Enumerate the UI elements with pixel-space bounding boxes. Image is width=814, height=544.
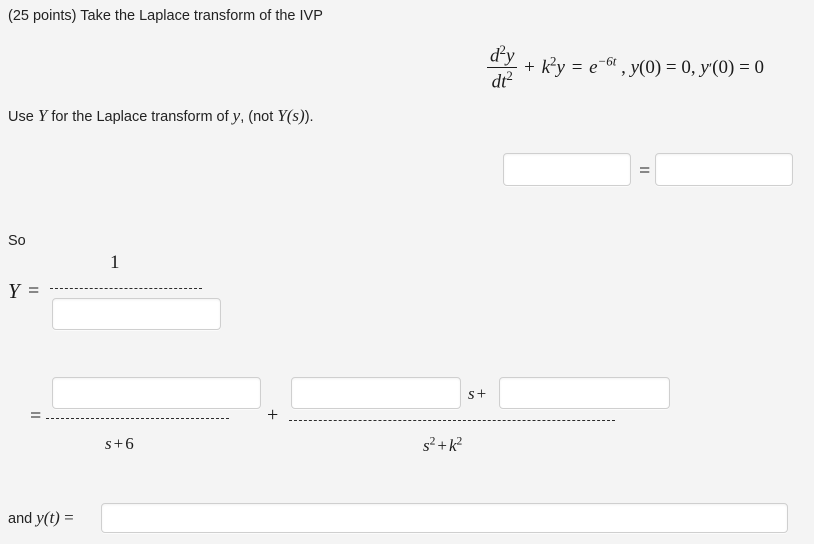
term2-fraction-bar (289, 420, 615, 421)
plus-operator: + (524, 57, 535, 79)
instruction-paren-open: , (not (240, 109, 278, 125)
second-derivative-fraction: d2y dt2 (487, 42, 518, 93)
term2-denominator: s2 + k2 (423, 434, 463, 455)
equals-operator: = (571, 57, 583, 79)
instruction-text: Use Y for the Laplace transform of y, (n… (8, 106, 314, 126)
term1-denominator: s +6 (105, 434, 134, 453)
partial-fraction-equals-sign: = (30, 405, 42, 427)
solution-y-of-t: y(t) (36, 508, 60, 527)
ivp-equation: d2y dt2 + k2y = e−6t , y(0) = 0, y′(0) =… (487, 42, 765, 94)
fraction-numerator: d2y (490, 42, 515, 67)
Y-fraction-bar (50, 288, 202, 289)
partial-fraction-plus-sign: + (267, 404, 279, 426)
solution-label: and y(t) = (8, 508, 74, 528)
instruction-capital-Y: Y (37, 106, 48, 125)
problem-prompt: (25 points) Take the Laplace transform o… (8, 8, 323, 24)
solution-equals-sign: = (59, 508, 74, 527)
transform-left-input[interactable] (503, 153, 631, 186)
Y-denominator-input[interactable] (52, 298, 221, 330)
term2-numerator-left-input[interactable] (291, 377, 461, 409)
instruction-Y-of-s: Y(s) (277, 106, 305, 125)
instruction-middle: for the Laplace transform of (47, 109, 233, 125)
instruction-prefix: Use (8, 109, 38, 125)
term1-fraction-bar (46, 418, 229, 419)
transform-equals-sign: = (639, 160, 651, 182)
transform-right-input[interactable] (655, 153, 793, 186)
k-squared-y-term: k2y (541, 53, 565, 79)
initial-conditions: , y(0) = 0, y′(0) = 0 (621, 57, 765, 79)
solution-and-word: and (8, 511, 37, 527)
fraction-denominator: dt2 (491, 68, 513, 93)
fraction-bar (487, 67, 518, 69)
term2-numerator-s-plus-text: s + (468, 384, 487, 403)
Y-equals-sign: = (28, 280, 40, 302)
Y-label: Y (8, 279, 20, 303)
Y-fraction-numerator: 1 (110, 252, 120, 273)
term2-numerator-right-input[interactable] (499, 377, 670, 409)
instruction-suffix: ). (304, 109, 314, 125)
so-label: So (8, 233, 26, 249)
term1-numerator-input[interactable] (52, 377, 261, 409)
solution-input[interactable] (101, 503, 788, 533)
exponential-term: e−6t (589, 53, 617, 79)
